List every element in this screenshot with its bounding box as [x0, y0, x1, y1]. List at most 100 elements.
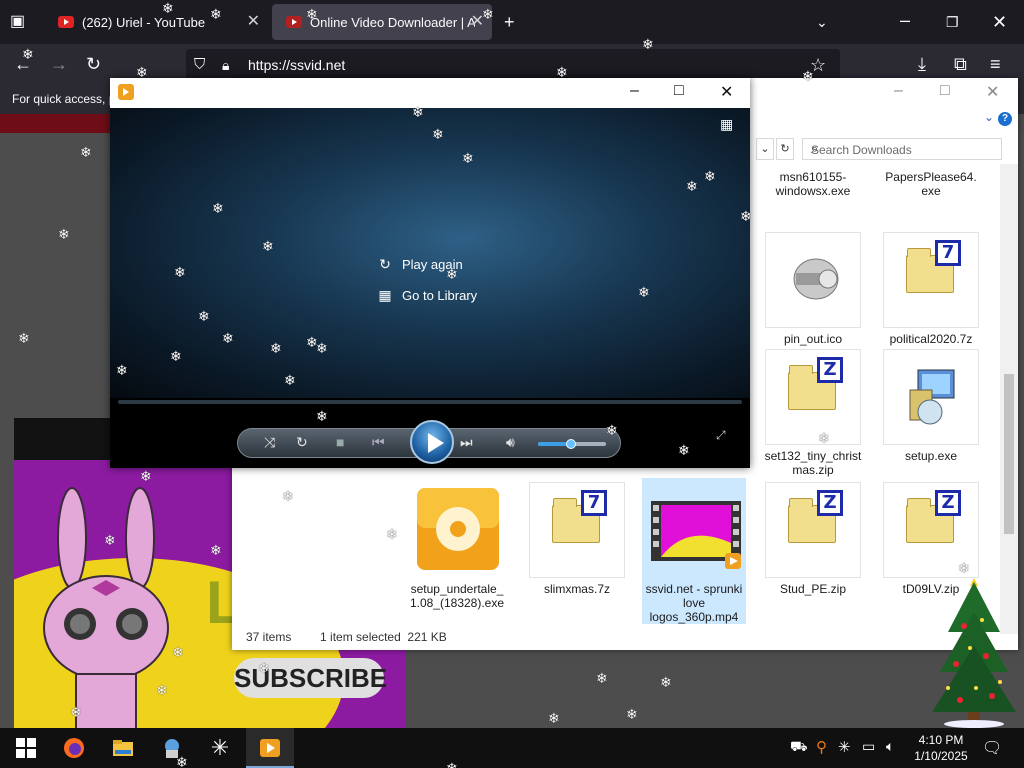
url-text[interactable]: https://ssvid.net	[248, 57, 345, 73]
close-tab-icon[interactable]: ✕	[247, 13, 260, 31]
file-explorer-icon[interactable]	[111, 736, 135, 760]
volume-knob[interactable]	[566, 439, 576, 449]
network-icon[interactable]: ▭	[862, 738, 875, 755]
next-icon[interactable]: ⏭	[460, 434, 473, 451]
forward-icon[interactable]: →	[50, 54, 68, 74]
search-icon: ⌕	[811, 141, 819, 156]
media-player-icon	[118, 84, 134, 100]
refresh-icon[interactable]: ↻	[776, 138, 794, 160]
restore-icon[interactable]: ❐	[946, 12, 959, 32]
clock-date: 1/10/2025	[914, 749, 968, 763]
snowflake-app-icon[interactable]: ✳	[208, 736, 232, 760]
item-count: 37 items	[246, 630, 292, 644]
tab-list-icon[interactable]: ▣	[10, 12, 25, 32]
extensions-icon[interactable]: ⧉	[954, 54, 967, 74]
ribbon-expand-icon[interactable]: ⌄	[984, 110, 994, 124]
tab-video-downloader[interactable]: Online Video Downloader | All- ✕	[272, 4, 492, 40]
maximize-icon[interactable]: □	[940, 82, 950, 100]
file-item[interactable]: setup_undertale_1.08_(18328).exe	[408, 482, 506, 610]
tray-app-icon[interactable]: ⛟	[790, 738, 808, 757]
bookmark-star-icon[interactable]: ☆	[810, 55, 826, 75]
stop-icon[interactable]: ■	[336, 434, 344, 450]
volume-slider[interactable]	[538, 439, 606, 449]
scrollbar-thumb[interactable]	[1004, 374, 1014, 534]
maximize-icon[interactable]: □	[674, 82, 684, 100]
clock-time: 4:10 PM	[918, 733, 964, 747]
app-icon[interactable]	[160, 736, 184, 760]
vertical-scrollbar[interactable]	[1000, 164, 1018, 634]
taskbar-active-app[interactable]	[246, 728, 294, 768]
file-item[interactable]: 7 political2020.7z	[882, 232, 980, 346]
file-item[interactable]: PapersPlease64.exe	[882, 166, 980, 198]
go-to-library-label: Go to Library	[402, 288, 478, 303]
zip-archive-icon: Z	[765, 482, 861, 578]
shuffle-icon[interactable]: ⤨	[264, 434, 275, 451]
go-to-library-option[interactable]: ▦ Go to Library	[376, 287, 477, 304]
file-item[interactable]: setup.exe	[882, 349, 980, 463]
close-window-icon[interactable]: ✕	[720, 82, 733, 102]
close-window-icon[interactable]: ✕	[992, 12, 1007, 32]
file-item[interactable]: msn610155-windowsx.exe	[764, 166, 862, 198]
address-bar[interactable]: ⛉ 🔒︎ https://ssvid.net ☆	[186, 49, 840, 81]
tab-title: (262) Uriel - YouTube	[82, 14, 206, 30]
lock-icon[interactable]: 🔒︎	[222, 55, 229, 75]
menu-icon[interactable]: ≡	[990, 54, 1001, 74]
file-item[interactable]: 7 slimxmas.7z	[528, 482, 626, 596]
file-name: pin_out.ico	[783, 332, 843, 346]
video-area[interactable]: ▦ ↻ Play again ▦ Go to Library	[110, 108, 750, 398]
file-name: setup_undertale_1.08_(18328).exe	[409, 582, 505, 610]
tab-youtube[interactable]: (262) Uriel - YouTube ✕	[44, 4, 268, 40]
ico-file-icon	[765, 232, 861, 328]
file-name: ssvid.net - sprunki love logos_360p.mp4	[645, 582, 743, 624]
file-name: Stud_PE.zip	[779, 582, 847, 596]
media-player-window: – □ ✕ ▦ ↻ Play again ▦ Go to Library ⤨ ↻ ■…	[110, 78, 750, 468]
chevron-down-icon[interactable]: ⌄	[816, 12, 828, 32]
help-icon[interactable]: ?	[998, 112, 1012, 126]
volume-tray-icon[interactable]: 🔈︎	[886, 738, 894, 755]
taskbar: ✳ ⛟ ⚲ ✳ ▭ 🔈︎ 4:10 PM 1/10/2025 🗨︎	[0, 728, 1024, 768]
close-window-icon[interactable]: ✕	[986, 82, 999, 102]
disc-installer-icon	[409, 482, 505, 578]
file-item[interactable]: Z set132_tiny_christmas.zip	[764, 349, 862, 477]
minimize-icon[interactable]: –	[900, 10, 910, 30]
previous-icon[interactable]: ⏮	[372, 434, 385, 451]
file-name: set132_tiny_christmas.zip	[764, 449, 862, 477]
downloads-icon[interactable]: ⤓	[918, 54, 926, 74]
page-header-strip	[0, 114, 112, 133]
seek-bar[interactable]	[118, 400, 742, 404]
file-item-selected[interactable]: ssvid.net - sprunki love logos_360p.mp4	[642, 478, 746, 624]
back-icon[interactable]: ←	[14, 54, 32, 74]
zip-archive-icon: Z	[765, 349, 861, 445]
play-again-label: Play again	[402, 257, 463, 272]
file-item[interactable]: pin_out.ico	[764, 232, 862, 346]
play-button[interactable]	[410, 420, 454, 464]
playback-controls: ⤨ ↻ ■ ⏮ ⏭ 🔊︎	[237, 420, 621, 464]
firefox-icon[interactable]	[62, 736, 86, 760]
start-icon[interactable]	[14, 736, 38, 760]
youtube-icon	[58, 16, 74, 28]
switch-to-library-icon[interactable]: ▦	[720, 116, 733, 133]
new-tab-icon[interactable]: +	[504, 12, 515, 32]
snowflake-tray-icon[interactable]: ✳	[838, 738, 851, 756]
close-tab-icon[interactable]: ✕	[471, 13, 484, 31]
play-again-option[interactable]: ↻ Play again	[376, 256, 463, 273]
shield-icon[interactable]: ⛉	[194, 55, 205, 75]
file-name: slimxmas.7z	[543, 582, 610, 596]
media-player-icon	[260, 739, 280, 757]
file-item[interactable]: Z Stud_PE.zip	[764, 482, 862, 596]
address-dropdown-icon[interactable]: ⌄	[756, 138, 774, 160]
media-player-title-bar[interactable]: – □ ✕	[110, 78, 750, 108]
taskbar-clock[interactable]: 4:10 PM 1/10/2025	[910, 732, 972, 764]
bookmarks-hint: For quick access, p	[12, 92, 116, 106]
subscribe-badge: SUBSCRIBE	[234, 658, 387, 698]
minimize-icon[interactable]: –	[894, 82, 903, 100]
reload-icon[interactable]: ↻	[86, 54, 101, 74]
switch-to-fullscreen-icon[interactable]: ⤢	[716, 428, 726, 443]
notifications-icon[interactable]: 🗨︎	[982, 738, 1002, 758]
search-input[interactable]: Search Downloads ⌕	[802, 138, 1002, 160]
search-tray-icon[interactable]: ⚲	[816, 738, 827, 756]
status-bar: 37 items 1 item selected 221 KB	[246, 630, 447, 644]
minimize-icon[interactable]: –	[630, 82, 639, 100]
volume-icon[interactable]: 🔊︎	[506, 434, 515, 451]
repeat-icon[interactable]: ↻	[296, 434, 308, 451]
